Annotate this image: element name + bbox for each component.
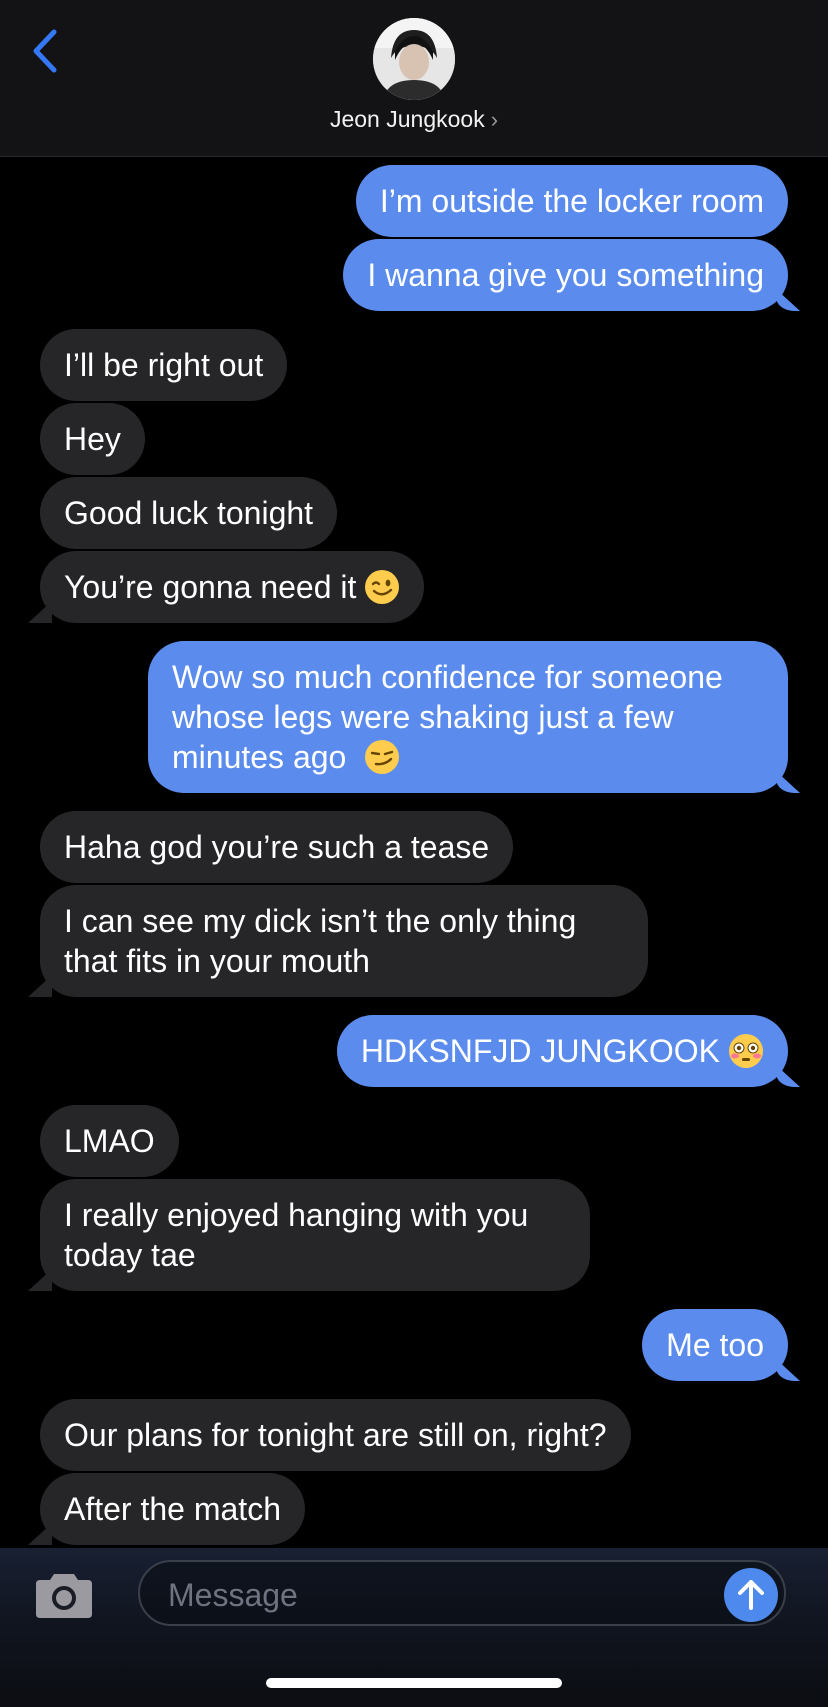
- chevron-left-icon: [33, 29, 57, 73]
- home-indicator[interactable]: [266, 1678, 562, 1688]
- message-bubble-outgoing[interactable]: Me too: [642, 1309, 788, 1381]
- message-text: I’m outside the locker room: [379, 183, 764, 219]
- message-input-container[interactable]: [138, 1560, 786, 1626]
- camera-button[interactable]: [32, 1572, 96, 1620]
- message-bubble-incoming[interactable]: I really enjoyed hanging with you today …: [40, 1179, 590, 1291]
- message-bubble-incoming[interactable]: LMAO: [40, 1105, 179, 1177]
- back-button[interactable]: [26, 26, 66, 76]
- message-input[interactable]: [166, 1572, 710, 1618]
- message-composer: [0, 1548, 828, 1707]
- message-text: I’ll be right out: [64, 347, 264, 383]
- message-text: Hey: [64, 421, 121, 457]
- message-bubble-incoming[interactable]: Our plans for tonight are still on, righ…: [40, 1399, 631, 1471]
- message-text: Me too: [666, 1327, 764, 1363]
- smirking-face-emoji: [365, 740, 399, 774]
- message-text: HDKSNFJD JUNGKOOK: [360, 1033, 720, 1069]
- flushed-face-emoji: [729, 1034, 763, 1068]
- message-text: LMAO: [64, 1123, 155, 1159]
- message-text: You’re gonna need it: [64, 569, 357, 605]
- chevron-right-icon: ›: [490, 107, 499, 132]
- conversation-header: Jeon Jungkook ›: [0, 0, 828, 157]
- message-bubble-incoming[interactable]: I’ll be right out: [40, 329, 288, 401]
- winking-face-emoji: [365, 570, 400, 604]
- message-thread[interactable]: I’m outside the locker room I wanna give…: [0, 157, 828, 1547]
- message-bubble-outgoing[interactable]: HDKSNFJD JUNGKOOK: [336, 1015, 788, 1087]
- message-text: I wanna give you something: [367, 257, 764, 293]
- message-text: Haha god you’re such a tease: [64, 829, 490, 865]
- avatar-photo: [373, 18, 455, 100]
- message-text: Wow so much confidence for someone whose…: [172, 659, 723, 775]
- contact-name: Jeon Jungkook: [329, 106, 485, 132]
- message-text: Good luck tonight: [64, 495, 314, 531]
- message-bubble-outgoing[interactable]: I’m outside the locker room: [355, 165, 788, 237]
- message-bubble-incoming[interactable]: You’re gonna need it: [40, 551, 425, 623]
- message-bubble-incoming[interactable]: Good luck tonight: [40, 477, 338, 549]
- send-button[interactable]: [724, 1568, 778, 1622]
- arrow-up-icon: [738, 1580, 764, 1610]
- message-bubble-outgoing[interactable]: Wow so much confidence for someone whose…: [148, 641, 788, 793]
- message-bubble-incoming[interactable]: After the match: [40, 1473, 305, 1545]
- message-text: Our plans for tonight are still on, righ…: [64, 1417, 607, 1453]
- message-text: I really enjoyed hanging with you today …: [64, 1197, 529, 1273]
- message-bubble-incoming[interactable]: Haha god you’re such a tease: [40, 811, 514, 883]
- message-bubble-incoming[interactable]: Hey: [40, 403, 145, 475]
- message-bubble-outgoing[interactable]: I wanna give you something: [343, 239, 788, 311]
- message-text: After the match: [64, 1491, 281, 1527]
- contact-avatar[interactable]: [373, 18, 455, 100]
- message-bubble-incoming[interactable]: I can see my dick isn’t the only thing t…: [40, 885, 648, 997]
- message-text: I can see my dick isn’t the only thing t…: [64, 903, 577, 979]
- contact-name-button[interactable]: Jeon Jungkook ›: [0, 106, 828, 133]
- camera-icon: [36, 1574, 92, 1618]
